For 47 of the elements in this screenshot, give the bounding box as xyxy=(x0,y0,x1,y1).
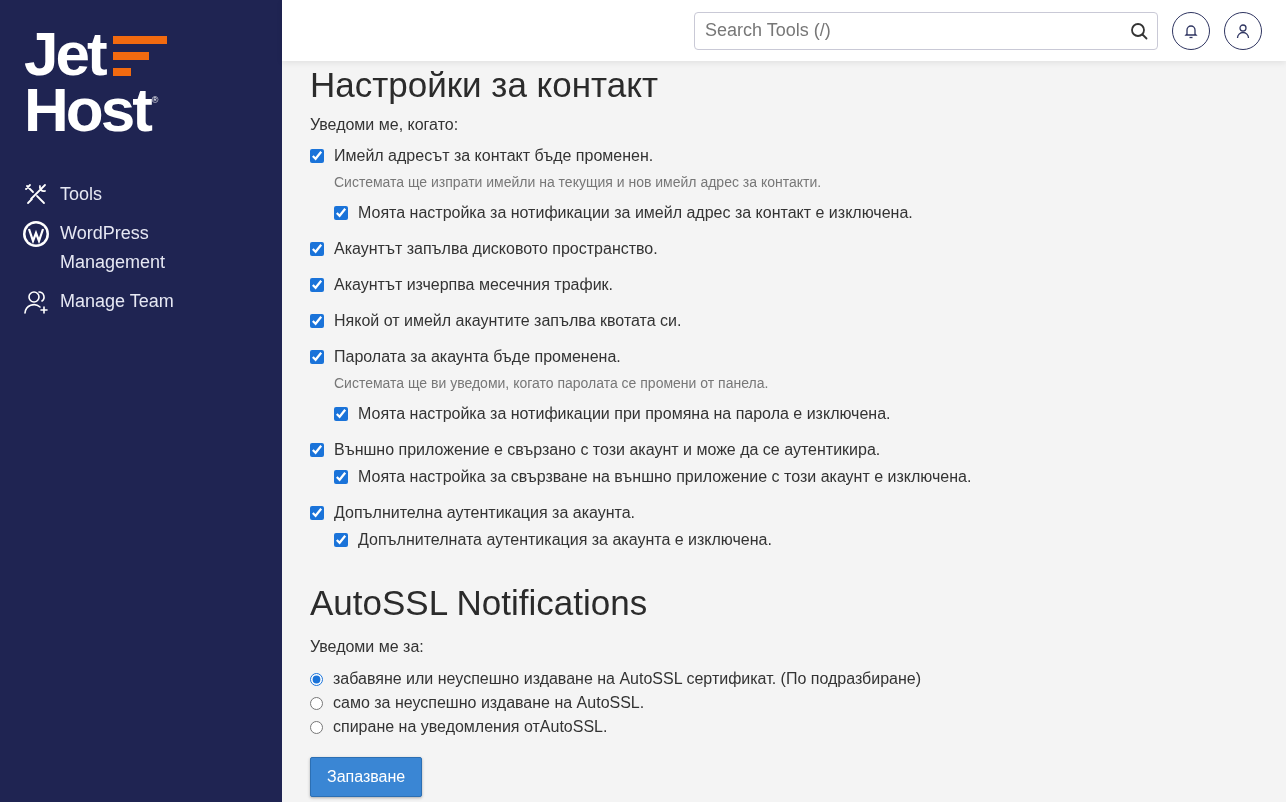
wordpress-icon xyxy=(22,219,50,248)
option-label: Допълнителна аутентикация за акаунта. xyxy=(334,503,636,523)
help-text: Системата ще ви уведоми, когато паролата се промени от панела. xyxy=(334,374,770,393)
intro-text: Уведоми ме за: xyxy=(310,637,425,657)
section-heading: AutoSSL Notifications xyxy=(310,582,649,624)
bell-icon xyxy=(1183,22,1199,39)
save-button[interactable]: Запазване xyxy=(310,757,423,797)
option-label: само за неуспешно издаване на AutoSSL. xyxy=(333,693,645,713)
checkbox[interactable] xyxy=(334,407,348,421)
option-label: Имейл адресът за контакт бъде променен. xyxy=(334,146,654,166)
registered-mark: ® xyxy=(151,94,159,107)
checkbox[interactable] xyxy=(310,242,324,256)
option-label: Някой от имейл акаунтите запълва квотата си. xyxy=(334,311,682,331)
user-icon xyxy=(1235,22,1251,39)
intro-text: Уведоми ме, когато: xyxy=(310,115,460,135)
option-label: Моята настройка за нотификации за имейл адрес за контакт е изключена. xyxy=(358,203,913,223)
help-text: Системата ще изпрати имейли на текущия и нов имейл адрес за контакти. xyxy=(334,173,823,192)
sidebar-item[interactable]: Tools xyxy=(22,180,282,209)
option-label: Моята настройка за свързване на външно приложение с този акаунт е изключена. xyxy=(358,467,972,487)
checkbox[interactable] xyxy=(310,350,324,364)
option-label: забавяне или неуспешно издаване на AutoSSL сертификат. (По подразбиране) xyxy=(333,669,922,689)
option-label: спиране на уведомления отAutoSSL. xyxy=(333,717,608,737)
checkbox[interactable] xyxy=(334,206,348,220)
option-label: Акаунтът изчерпва месечния трафик. xyxy=(334,275,614,295)
option-label: Моята настройка за нотификации при промяна на парола е изключена. xyxy=(358,404,891,424)
checkbox[interactable] xyxy=(310,314,324,328)
checkbox[interactable] xyxy=(334,533,348,547)
search-field[interactable]: Search Tools (/) xyxy=(694,11,1158,50)
logo-bars-icon xyxy=(110,36,167,78)
checkbox[interactable] xyxy=(310,278,324,292)
search-icon xyxy=(1130,21,1148,40)
option-label: Паролата за акаунта бъде променена. xyxy=(334,347,621,367)
checkbox[interactable] xyxy=(310,506,324,520)
checkbox[interactable] xyxy=(310,443,324,457)
option-label: Акаунтът запълва дисковото пространство. xyxy=(334,239,658,259)
section-heading: Настройки за контакт xyxy=(310,64,659,106)
sidebar-item[interactable]: WordPress Management xyxy=(22,219,282,277)
option-label: Външно приложение е свързано с този акаунт и може да се аутентикира. xyxy=(334,440,881,460)
radio-button[interactable] xyxy=(310,672,323,686)
radio-button[interactable] xyxy=(310,696,323,710)
logo-text: Jet xyxy=(24,26,105,82)
option-label: Допълнителната аутентикация за акаунта е изключена. xyxy=(358,530,772,550)
sidebar-item[interactable]: Manage Team xyxy=(22,287,282,316)
logo-text: Host xyxy=(24,82,150,138)
checkbox[interactable] xyxy=(310,149,324,163)
radio-button[interactable] xyxy=(310,720,323,734)
checkbox[interactable] xyxy=(334,470,348,484)
